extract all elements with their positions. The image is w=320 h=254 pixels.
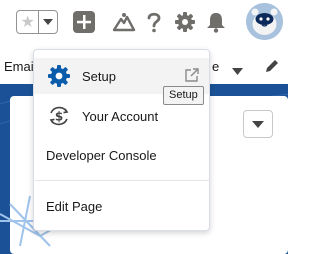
menu-item-label: Developer Console — [46, 147, 157, 163]
favorites-menu-chevron-down-icon[interactable] — [39, 11, 57, 33]
favorites-star-icon[interactable]: ★ — [17, 11, 40, 33]
nav-more-chevron-down-icon[interactable] — [232, 62, 243, 80]
menu-divider — [35, 180, 210, 181]
nav-item-email-partial[interactable]: Emai — [4, 59, 34, 74]
setup-gear-icon — [46, 63, 72, 89]
svg-text:$: $ — [55, 110, 63, 124]
setup-tooltip: Setup — [163, 86, 204, 105]
trailhead-icon[interactable] — [110, 8, 138, 36]
card-actions-chevron-down-icon[interactable] — [243, 110, 273, 138]
edit-nav-pencil-icon[interactable] — [264, 58, 280, 79]
global-header: ★ — [0, 0, 288, 45]
menu-item-label: Your Account — [82, 108, 159, 124]
setup-menu: Setup $ Your Account Developer Console E… — [33, 49, 210, 231]
nav-item-partial[interactable]: e — [212, 59, 219, 74]
menu-item-edit-page[interactable]: Edit Page — [34, 193, 209, 219]
add-plus-icon[interactable] — [70, 8, 98, 36]
notifications-bell-icon[interactable] — [202, 8, 230, 36]
user-avatar-icon[interactable] — [246, 3, 283, 40]
setup-gear-icon[interactable] — [171, 8, 199, 36]
menu-item-label: Edit Page — [46, 198, 103, 214]
menu-item-label: Setup — [82, 68, 116, 84]
help-question-icon[interactable] — [140, 8, 168, 36]
external-link-icon[interactable] — [184, 67, 200, 86]
favorites-button-group: ★ — [16, 10, 58, 34]
menu-item-developer-console[interactable]: Developer Console — [34, 142, 209, 168]
account-dollar-icon: $ — [46, 103, 72, 129]
